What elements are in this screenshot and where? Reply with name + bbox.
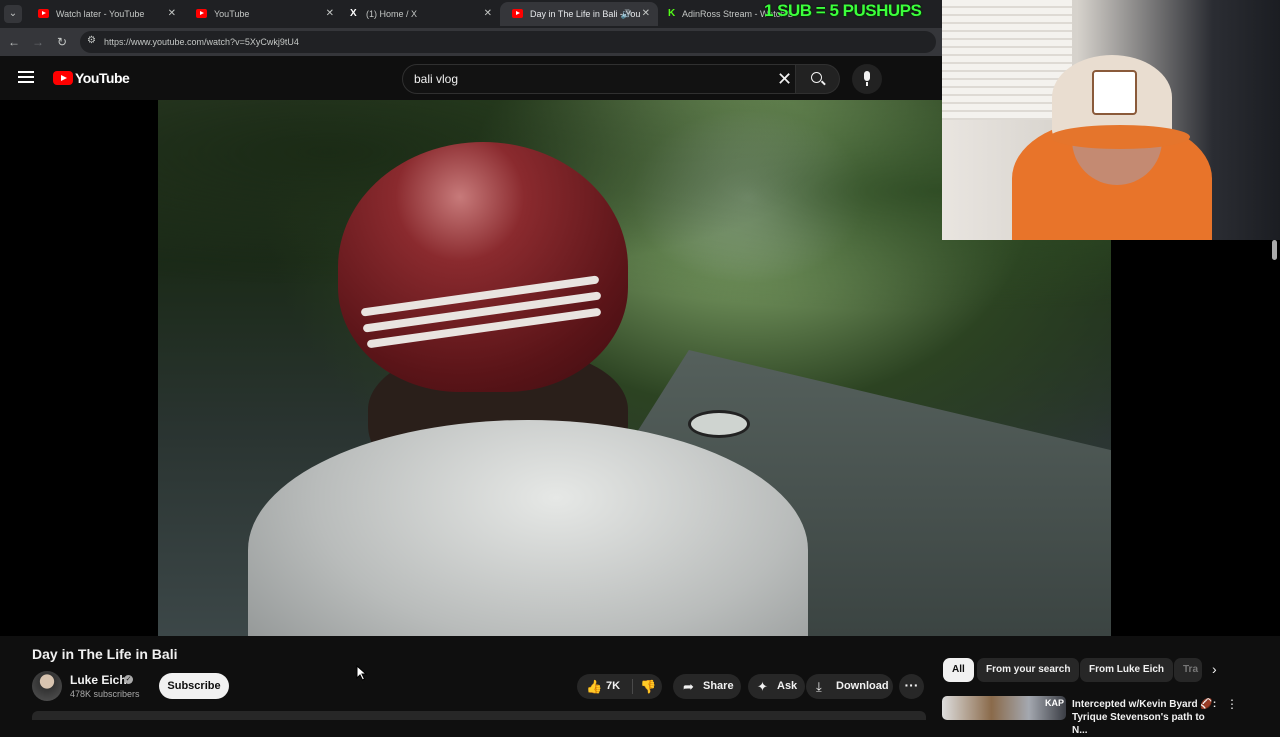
scrollbar-thumb[interactable]	[1272, 240, 1277, 260]
youtube-header: YouTube ✕	[0, 56, 942, 100]
close-tab-icon[interactable]: ✕	[484, 2, 492, 26]
tab-watch-later[interactable]: Watch later - YouTube ✕	[26, 2, 184, 26]
chip-all[interactable]: All	[943, 658, 974, 682]
scooter-mirror	[688, 410, 750, 438]
thumbs-up-icon[interactable]: 👍	[586, 674, 602, 699]
reload-icon[interactable]: ↻	[54, 34, 70, 50]
tab-day-in-the-life-bali[interactable]: Day in The Life in Bali - You 🔊 ✕	[500, 2, 658, 26]
forward-arrow-icon[interactable]: →	[30, 34, 46, 50]
share-arrow-icon: ➦	[683, 679, 694, 694]
ask-button[interactable]: ✦ Ask	[748, 674, 805, 699]
chip-truncated[interactable]: Tra	[1174, 658, 1202, 682]
tab-youtube[interactable]: YouTube ✕	[184, 2, 342, 26]
channel-name[interactable]: Luke Eich	[70, 673, 127, 687]
tab-x-home[interactable]: X (1) Home / X ✕	[342, 2, 500, 26]
recommendation-title[interactable]: Intercepted w/Kevin Byard 🏈: Tyrique Ste…	[1072, 698, 1222, 737]
chip-from-luke-eich[interactable]: From Luke Eich	[1080, 658, 1174, 682]
share-button[interactable]: ➦ Share	[673, 674, 741, 699]
more-actions-icon[interactable]: ···	[899, 674, 924, 699]
kebab-menu-icon[interactable]: ⋮	[1226, 697, 1238, 711]
mouse-cursor-icon	[356, 665, 368, 681]
thumbs-down-icon[interactable]: 👎	[640, 674, 656, 699]
search-input[interactable]	[414, 65, 754, 93]
x-icon: X	[350, 8, 357, 19]
chevron-right-icon[interactable]: ›	[1212, 661, 1217, 677]
search-box: ✕	[402, 64, 796, 94]
like-count[interactable]: 7K	[606, 674, 620, 699]
recommendation-thumbnail[interactable]: KAP	[942, 696, 1066, 720]
download-button[interactable]: ⤓ Download	[806, 674, 893, 699]
microphone-icon	[864, 71, 870, 86]
youtube-icon	[38, 9, 49, 18]
audio-playing-icon[interactable]: 🔊	[621, 2, 632, 26]
ask-label: Ask	[777, 680, 798, 692]
share-label: Share	[703, 680, 734, 692]
address-bar: ← → ↻ ⚙ https://www.youtube.com/watch?v=…	[0, 28, 942, 56]
tab-search-chevron-icon[interactable]: ⌄	[4, 5, 22, 23]
url-text: https://www.youtube.com/watch?v=5XyCwkj9…	[104, 37, 299, 47]
close-tab-icon[interactable]: ✕	[326, 2, 334, 26]
hat-brim	[1050, 125, 1190, 149]
thumbnail-badge: KAP	[1045, 698, 1065, 708]
voice-search-button[interactable]	[852, 64, 882, 94]
streamer-webcam	[942, 0, 1280, 240]
red-helmet	[338, 142, 628, 392]
like-divider	[632, 679, 633, 694]
description-box[interactable]	[32, 711, 926, 720]
kick-icon: K	[668, 8, 676, 19]
tab-title: YouTube	[214, 9, 250, 19]
tab-title: Watch later - YouTube	[56, 9, 145, 19]
close-tab-icon[interactable]: ✕	[168, 2, 176, 26]
youtube-logo[interactable]: YouTube	[53, 70, 130, 86]
subscribe-button[interactable]: Subscribe	[159, 673, 229, 699]
site-info-icon[interactable]: ⚙	[87, 35, 96, 46]
menu-icon[interactable]	[18, 71, 34, 83]
close-tab-icon[interactable]: ✕	[642, 2, 650, 26]
youtube-icon	[196, 9, 207, 18]
chip-from-your-search[interactable]: From your search	[977, 658, 1080, 682]
clear-search-icon[interactable]: ✕	[777, 70, 792, 88]
stream-overlay-text: 1 SUB = 5 PUSHUPS	[764, 1, 922, 20]
download-icon: ⤓	[816, 679, 822, 694]
url-field[interactable]: ⚙ https://www.youtube.com/watch?v=5XyCwk…	[80, 31, 936, 53]
youtube-logo-text: YouTube	[75, 70, 130, 86]
tab-title: (1) Home / X	[366, 9, 418, 19]
like-dislike-group: 👍 7K 👎	[577, 674, 662, 699]
search-icon	[811, 72, 822, 83]
hat-patch	[1092, 70, 1137, 115]
youtube-play-icon	[53, 71, 73, 85]
subscriber-count: 478K subscribers	[70, 689, 140, 699]
video-title: Day in The Life in Bali	[32, 646, 178, 662]
channel-avatar[interactable]	[32, 671, 62, 701]
back-arrow-icon[interactable]: ←	[6, 34, 22, 50]
search-button[interactable]	[796, 64, 840, 94]
youtube-icon	[512, 9, 523, 18]
sparkle-icon: ✦	[757, 679, 768, 694]
verified-badge-icon: ✓	[124, 675, 133, 684]
download-label: Download	[836, 680, 889, 692]
